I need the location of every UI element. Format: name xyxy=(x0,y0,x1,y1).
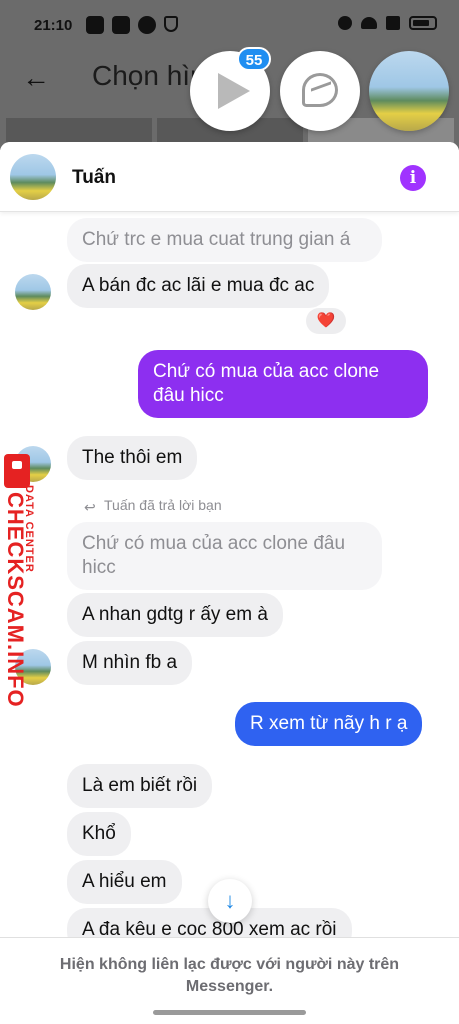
signal-icon xyxy=(386,16,400,30)
chat-header: Tuấn i xyxy=(0,142,459,212)
unavailable-notice: Hiện không liên lạc được với người này t… xyxy=(59,956,400,995)
message-incoming[interactable]: A bán đc ac lãi e mua đc ac xyxy=(67,264,330,308)
spotify-icon xyxy=(138,16,156,34)
status-time: 21:10 xyxy=(34,17,73,34)
message-incoming-quoted: Chứ có mua của acc clone đâu hicc xyxy=(67,522,382,590)
scroll-down-icon[interactable]: ↓ xyxy=(208,879,252,923)
system-icons xyxy=(338,16,437,30)
message-outgoing[interactable]: Chứ có mua của acc clone đâu hicc xyxy=(138,350,428,418)
battery-icon xyxy=(409,16,437,30)
back-arrow-icon[interactable]: ← xyxy=(22,62,50,94)
info-icon[interactable]: i xyxy=(400,165,426,191)
background-title: Chọn hìn xyxy=(92,60,206,91)
play-icon xyxy=(218,73,250,109)
message-incoming[interactable]: A hiểu em xyxy=(67,860,182,904)
notification-icons xyxy=(86,16,178,34)
reply-arrow-icon: ↩ xyxy=(84,499,96,515)
home-indicator[interactable] xyxy=(153,1010,306,1015)
message-incoming[interactable]: The thôi em xyxy=(67,436,198,480)
wifi-icon xyxy=(361,17,377,29)
chat-head-contact-avatar[interactable] xyxy=(369,51,449,131)
contact-name[interactable]: Tuấn xyxy=(72,167,116,189)
watermark: DATA CENTER CHECKSCAM.INFO xyxy=(0,454,35,708)
avatar[interactable] xyxy=(15,274,51,310)
message-incoming: Chứ trc e mua cuat trung gian á xyxy=(67,218,382,262)
message-incoming[interactable]: M nhìn fb a xyxy=(67,641,193,685)
message-incoming[interactable]: Là em biết rồi xyxy=(67,764,213,808)
alarm-icon xyxy=(338,16,352,30)
message-incoming[interactable]: A nhan gdtg r ấy em à xyxy=(67,593,283,637)
heart-reaction-icon[interactable]: ❤️ xyxy=(306,308,346,334)
avatar[interactable] xyxy=(10,154,56,200)
message-outgoing[interactable]: R xem từ nãy h r ạ xyxy=(235,702,423,746)
shield-icon xyxy=(164,16,178,32)
watermark-logo-icon xyxy=(4,454,30,488)
discord-icon xyxy=(86,16,104,34)
status-bar: 21:10 xyxy=(0,0,459,52)
chat-sheet: Tuấn i Chứ trc e mua cuat trung gian á A… xyxy=(0,142,459,1024)
zalo-icon xyxy=(112,16,130,34)
reply-note: Tuấn đã trả lời bạn xyxy=(104,497,222,513)
watermark-brand: CHECKSCAM.INFO xyxy=(3,492,28,708)
message-incoming[interactable]: Khổ xyxy=(67,812,131,856)
chat-head-messenger[interactable] xyxy=(280,51,360,131)
unread-badge: 55 xyxy=(237,47,271,71)
